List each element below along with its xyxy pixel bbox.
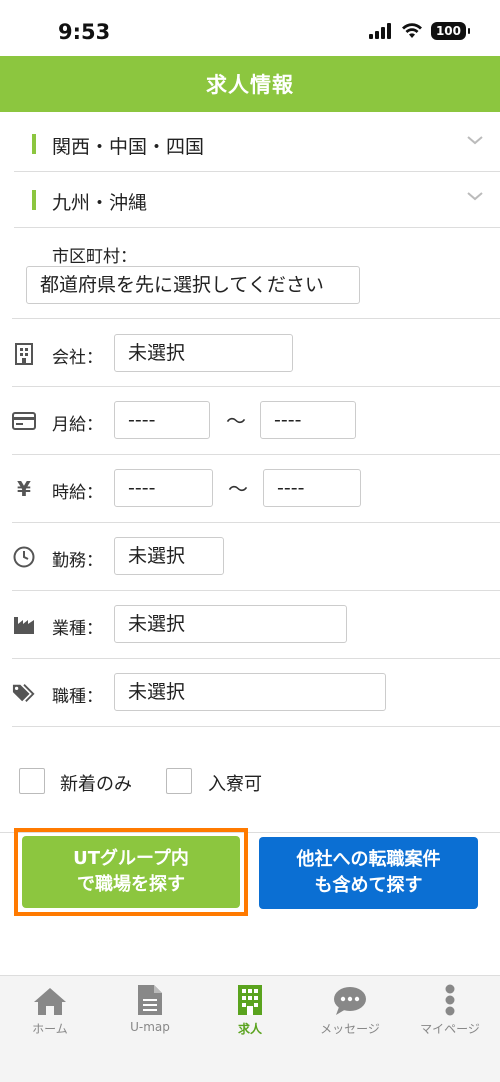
region-marker <box>32 190 36 210</box>
monthly-min-select[interactable]: ---- <box>114 401 210 439</box>
tab-messages[interactable]: メッセージ <box>300 982 400 1037</box>
company-select[interactable]: 未選択 <box>114 334 293 372</box>
building-icon <box>200 982 300 1016</box>
home-icon <box>0 982 100 1016</box>
occupation-label: 職種： <box>52 687 103 707</box>
document-icon <box>100 982 200 1016</box>
tab-home[interactable]: ホーム <box>0 982 100 1037</box>
region-label: 関西・中国・四国 <box>52 136 205 158</box>
button-label-line1: UTグループ内 <box>73 848 189 869</box>
work-row: 勤務： 未選択 <box>0 537 500 577</box>
hourly-min-select[interactable]: ---- <box>114 469 213 507</box>
dormitory-label: 入寮可 <box>208 774 262 795</box>
company-row: 会社： 未選択 <box>0 334 500 374</box>
divider <box>12 386 500 387</box>
company-label: 会社： <box>52 348 103 368</box>
status-icons: 100 <box>368 22 471 40</box>
hourly-max-select[interactable]: ---- <box>263 469 361 507</box>
tab-label: 求人 <box>237 1022 262 1036</box>
yen-icon: ¥ <box>17 477 31 501</box>
region-row-kansai[interactable]: 関西・中国・四国 <box>14 116 500 172</box>
more-icon <box>400 982 500 1016</box>
region-row-kyushu[interactable]: 九州・沖縄 <box>14 172 500 228</box>
range-separator: 〜 <box>228 477 248 501</box>
tab-label: U-map <box>130 1020 170 1034</box>
tab-jobs[interactable]: 求人 <box>200 982 300 1037</box>
new-only-checkbox[interactable] <box>19 768 45 794</box>
divider <box>12 590 500 591</box>
region-marker <box>32 134 36 154</box>
hourly-row: ¥ 時給： ---- 〜 ---- <box>0 469 500 509</box>
new-only-label: 新着のみ <box>60 774 132 795</box>
battery-icon: 100 <box>430 22 471 40</box>
other-company-search-button[interactable]: 他社への転職案件 も含めて探す <box>259 837 478 909</box>
status-time: 9:53 <box>58 20 111 44</box>
credit-card-icon <box>12 409 36 433</box>
bottom-tab-bar: ホーム U-map 求人 メッセージ マイページ <box>0 975 500 1082</box>
city-select[interactable]: 都道府県を先に選択してください <box>26 266 360 304</box>
tab-label: マイページ <box>420 1022 480 1036</box>
chat-icon <box>300 982 400 1016</box>
monthly-label: 月給： <box>52 415 103 435</box>
industry-select[interactable]: 未選択 <box>114 605 347 643</box>
divider <box>12 522 500 523</box>
divider <box>12 658 500 659</box>
chevron-down-icon <box>467 192 483 201</box>
factory-icon <box>12 613 36 637</box>
range-separator: 〜 <box>226 409 246 433</box>
hourly-label: 時給： <box>52 483 103 503</box>
work-label: 勤務： <box>52 551 103 571</box>
divider <box>12 318 500 319</box>
tab-umap[interactable]: U-map <box>100 982 200 1034</box>
city-label: 市区町村： <box>52 247 137 267</box>
button-label-line2: で職場を探す <box>77 874 185 895</box>
industry-row: 業種： 未選択 <box>0 605 500 645</box>
building-icon <box>12 342 36 366</box>
divider <box>12 454 500 455</box>
tab-label: ホーム <box>32 1022 68 1036</box>
wifi-icon <box>401 23 422 38</box>
button-label-line2: も含めて探す <box>314 875 423 896</box>
chevron-down-icon <box>467 136 483 145</box>
industry-label: 業種： <box>52 619 103 639</box>
work-select[interactable]: 未選択 <box>114 537 224 575</box>
ut-group-search-button[interactable]: UTグループ内 で職場を探す <box>22 836 240 908</box>
occupation-select[interactable]: 未選択 <box>114 673 386 711</box>
monthly-max-select[interactable]: ---- <box>260 401 356 439</box>
monthly-row: 月給： ---- 〜 ---- <box>0 401 500 441</box>
region-label: 九州・沖縄 <box>52 192 148 214</box>
occupation-row: 職種： 未選択 <box>0 673 500 713</box>
header: 求人情報 <box>0 56 500 112</box>
clock-icon <box>12 545 36 569</box>
signal-icon <box>368 23 391 39</box>
tag-icon <box>12 681 36 705</box>
filter-checkboxes: 新着のみ 入寮可 <box>0 768 500 798</box>
page-title: 求人情報 <box>206 73 294 97</box>
divider <box>12 726 500 727</box>
dormitory-checkbox[interactable] <box>166 768 192 794</box>
status-bar: 9:53 100 <box>0 0 500 56</box>
tab-mypage[interactable]: マイページ <box>400 982 500 1037</box>
button-label-line1: 他社への転職案件 <box>296 849 441 870</box>
tab-label: メッセージ <box>320 1022 380 1036</box>
